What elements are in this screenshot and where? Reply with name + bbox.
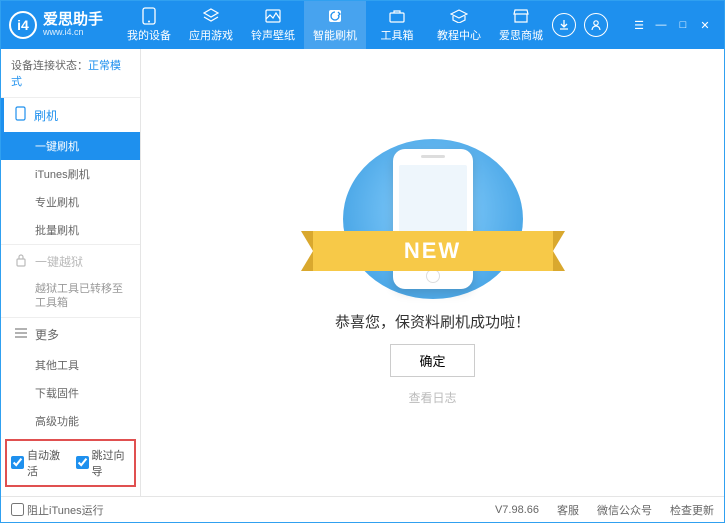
main-nav: 我的设备 应用游戏 铃声壁纸 智能刷机 工具箱 教程中心 (118, 1, 552, 49)
statusbar: 阻止iTunes运行 V7.98.66 客服 微信公众号 检查更新 (1, 496, 724, 522)
body: 设备连接状态：正常模式 刷机 一键刷机 iTunes刷机 专业刷机 批量刷机 一… (1, 49, 724, 496)
menu-icon[interactable]: ☰ (632, 18, 646, 32)
flash-icon (326, 7, 344, 25)
user-button[interactable] (584, 13, 608, 37)
brand: i4 爱思助手 www.i4.cn (9, 11, 118, 39)
check-label: 跳过向导 (92, 447, 131, 479)
phone-small-icon (15, 106, 26, 124)
main-content: NEW 恭喜您，保资料刷机成功啦！ 确定 查看日志 (141, 49, 724, 496)
checkbox[interactable] (11, 503, 24, 516)
nav-toolbox[interactable]: 工具箱 (366, 1, 428, 49)
success-illustration: NEW (343, 139, 523, 299)
sidebar-head-label: 更多 (35, 326, 59, 343)
status-label: 设备连接状态： (11, 60, 88, 72)
sidebar-item-pro-flash[interactable]: 专业刷机 (1, 188, 140, 216)
maximize-icon[interactable]: □ (676, 18, 690, 32)
wallpaper-icon (264, 7, 282, 25)
check-label: 阻止iTunes运行 (27, 502, 104, 518)
brand-title: 爱思助手 (43, 12, 103, 29)
titlebar: i4 爱思助手 www.i4.cn 我的设备 应用游戏 铃声壁纸 智能刷机 (1, 1, 724, 49)
title-controls: ☰ — □ ✕ (552, 13, 716, 37)
sidebar-head-label: 刷机 (34, 107, 58, 124)
flash-options: 自动激活 跳过向导 (5, 439, 136, 487)
nav-label: 铃声壁纸 (251, 27, 295, 43)
toolbox-icon (388, 7, 406, 25)
lock-icon (15, 254, 27, 270)
brand-subtitle: www.i4.cn (43, 28, 103, 38)
sidebar-head-flash[interactable]: 刷机 (1, 98, 140, 132)
apps-icon (202, 7, 220, 25)
sidebar-item-advanced[interactable]: 高级功能 (1, 407, 140, 435)
nav-store[interactable]: 爱思商城 (490, 1, 552, 49)
success-message: 恭喜您，保资料刷机成功啦！ (335, 311, 530, 332)
graduation-icon (450, 7, 468, 25)
download-button[interactable] (552, 13, 576, 37)
check-skip-wizard[interactable]: 跳过向导 (76, 447, 131, 479)
nav-label: 我的设备 (127, 27, 171, 43)
sidebar-head-label: 一键越狱 (35, 253, 83, 270)
sidebar-item-other-tools[interactable]: 其他工具 (1, 351, 140, 379)
nav-label: 智能刷机 (313, 27, 357, 43)
nav-label: 应用游戏 (189, 27, 233, 43)
nav-smart-flash[interactable]: 智能刷机 (304, 1, 366, 49)
device-status: 设备连接状态：正常模式 (1, 49, 140, 97)
new-ribbon: NEW (313, 231, 553, 271)
view-log-link[interactable]: 查看日志 (408, 389, 456, 406)
nav-label: 教程中心 (437, 27, 481, 43)
sidebar-head-jailbreak: 一键越狱 (1, 245, 140, 278)
check-label: 自动激活 (27, 447, 66, 479)
minimize-icon[interactable]: — (654, 18, 668, 32)
nav-apps-games[interactable]: 应用游戏 (180, 1, 242, 49)
sidebar-item-batch-flash[interactable]: 批量刷机 (1, 216, 140, 244)
logo-icon: i4 (9, 11, 37, 39)
close-icon[interactable]: ✕ (698, 18, 712, 32)
nav-label: 工具箱 (381, 27, 414, 43)
block-itunes-check[interactable]: 阻止iTunes运行 (11, 502, 104, 518)
check-auto-activate[interactable]: 自动激活 (11, 447, 66, 479)
jailbreak-note: 越狱工具已转移至工具箱 (1, 278, 140, 317)
sidebar-item-onekey-flash[interactable]: 一键刷机 (1, 132, 140, 160)
wechat-link[interactable]: 微信公众号 (597, 502, 652, 518)
phone-icon (140, 7, 158, 25)
store-icon (512, 7, 530, 25)
check-update-link[interactable]: 检查更新 (670, 502, 714, 518)
ok-button[interactable]: 确定 (390, 344, 474, 377)
sidebar: 设备连接状态：正常模式 刷机 一键刷机 iTunes刷机 专业刷机 批量刷机 一… (1, 49, 141, 496)
customer-service-link[interactable]: 客服 (557, 502, 579, 518)
nav-ringtones[interactable]: 铃声壁纸 (242, 1, 304, 49)
sidebar-item-itunes-flash[interactable]: iTunes刷机 (1, 160, 140, 188)
sidebar-item-download-firmware[interactable]: 下载固件 (1, 379, 140, 407)
nav-my-device[interactable]: 我的设备 (118, 1, 180, 49)
more-icon (15, 327, 27, 341)
nav-label: 爱思商城 (499, 27, 543, 43)
version-label: V7.98.66 (495, 504, 539, 516)
nav-tutorials[interactable]: 教程中心 (428, 1, 490, 49)
checkbox[interactable] (11, 456, 24, 469)
app-window: i4 爱思助手 www.i4.cn 我的设备 应用游戏 铃声壁纸 智能刷机 (0, 0, 725, 523)
checkbox[interactable] (76, 456, 89, 469)
sidebar-head-more[interactable]: 更多 (1, 318, 140, 351)
